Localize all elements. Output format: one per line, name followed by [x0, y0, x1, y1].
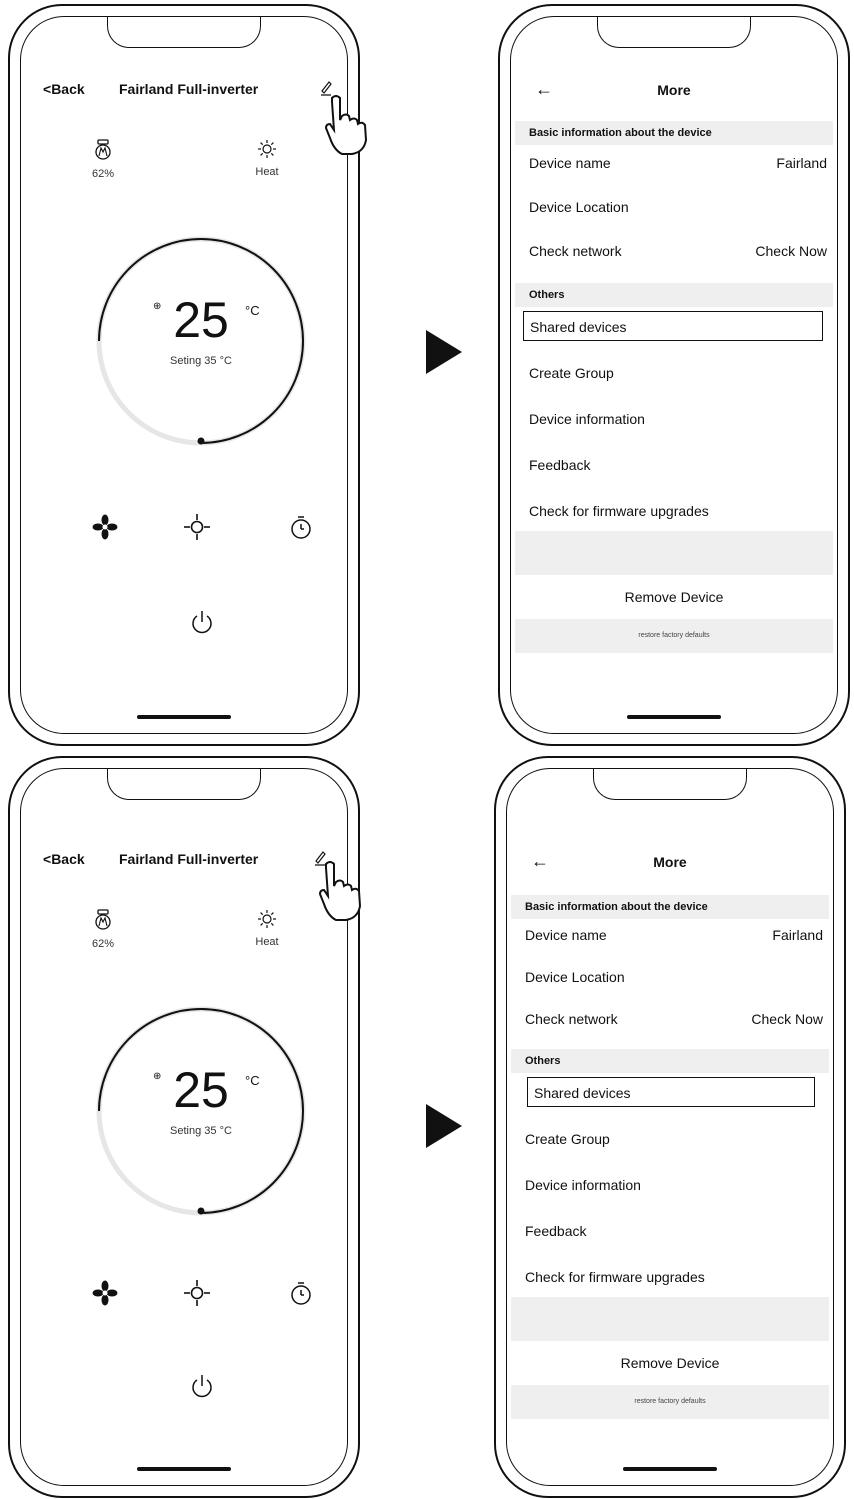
row-create-group[interactable]: Create Group	[529, 363, 827, 383]
pointing-hand-icon	[318, 861, 362, 921]
spacer-band	[511, 1297, 829, 1341]
temperature-unit: °C	[245, 1073, 260, 1088]
fan-speed-icon	[95, 909, 111, 930]
dial-handle[interactable]	[197, 1207, 205, 1215]
top-bar: <Back Fairland Full-inverter	[21, 79, 347, 103]
timer-icon[interactable]	[287, 1279, 315, 1307]
screen: <Back Fairland Full-inverter 62% Heat ⊕ …	[20, 768, 348, 1486]
more-header: ← More	[511, 79, 837, 105]
row-create-group[interactable]: Create Group	[525, 1129, 823, 1149]
fan-icon[interactable]	[91, 513, 119, 541]
row-check-network[interactable]: Check network Check Now	[529, 241, 827, 261]
phone-control-top: <Back Fairland Full-inverter 62% Heat ⊕ …	[8, 4, 368, 746]
phone-control-bottom: <Back Fairland Full-inverter 62% Heat ⊕ …	[8, 756, 362, 1498]
temperature-dial[interactable]: ⊕ 25 °C Seting 35 °C	[95, 235, 307, 447]
sun-icon	[258, 910, 276, 928]
row-firmware-upgrades[interactable]: Check for firmware upgrades	[525, 1267, 823, 1287]
row-check-network[interactable]: Check network Check Now	[525, 1009, 823, 1029]
row-firmware-upgrades[interactable]: Check for firmware upgrades	[529, 501, 827, 521]
row-device-name[interactable]: Device name Fairland	[529, 153, 827, 173]
setting-temperature: Seting 35 °C	[170, 1125, 232, 1137]
row-device-information[interactable]: Device information	[525, 1175, 823, 1195]
row-device-location[interactable]: Device Location	[529, 197, 827, 217]
mode-status: Heat	[247, 139, 287, 178]
device-title: Fairland Full-inverter	[119, 851, 259, 867]
mode-status: Heat	[247, 909, 287, 948]
section-basic: Basic information about the device	[511, 895, 829, 919]
power-icon[interactable]	[189, 1373, 215, 1399]
play-arrow-icon	[426, 330, 462, 374]
current-temperature: 25	[173, 1062, 229, 1118]
notch	[597, 17, 751, 48]
home-indicator	[137, 715, 231, 719]
row-shared-devices[interactable]: Shared devices	[523, 311, 823, 341]
setting-temperature: Seting 35 °C	[170, 355, 232, 367]
current-temperature: 25	[173, 292, 229, 348]
fan-speed-icon	[95, 139, 111, 160]
more-header: ← More	[507, 851, 833, 877]
notch	[107, 769, 261, 800]
pointing-hand-icon	[324, 95, 368, 155]
section-others: Others	[515, 283, 833, 307]
top-bar: <Back Fairland Full-inverter	[21, 849, 347, 873]
dial-handle[interactable]	[197, 437, 205, 445]
row-device-information[interactable]: Device information	[529, 409, 827, 429]
remove-device-button[interactable]: Remove Device	[515, 575, 833, 619]
home-indicator	[627, 715, 721, 719]
spacer-band	[515, 531, 833, 575]
temperature-unit: °C	[245, 303, 260, 318]
mode-value: Heat	[255, 936, 279, 948]
phone-more-top: ← More Basic information about the devic…	[498, 4, 850, 746]
screen: ← More Basic information about the devic…	[506, 768, 834, 1486]
page-title: More	[653, 854, 687, 870]
notch	[107, 17, 261, 48]
mode-value: Heat	[255, 166, 279, 178]
power-value: 62%	[91, 938, 115, 950]
section-basic: Basic information about the device	[515, 121, 833, 145]
row-feedback[interactable]: Feedback	[525, 1221, 823, 1241]
chevron-left-icon: <	[43, 851, 52, 867]
play-arrow-icon	[426, 1104, 462, 1148]
chevron-left-icon: <	[43, 81, 52, 97]
power-icon[interactable]	[189, 609, 215, 635]
restore-defaults-button[interactable]: restore factory defaults	[515, 619, 833, 653]
home-indicator	[137, 1467, 231, 1471]
temperature-dial[interactable]: ⊕ 25 °C Seting 35 °C	[95, 1005, 307, 1217]
remove-device-button[interactable]: Remove Device	[511, 1341, 829, 1385]
power-status: 62%	[83, 139, 123, 180]
heat-mode-icon[interactable]	[183, 513, 211, 541]
phone-more-bottom: ← More Basic information about the devic…	[494, 756, 846, 1498]
restore-defaults-button[interactable]: restore factory defaults	[511, 1385, 829, 1419]
heat-mode-icon[interactable]	[183, 1279, 211, 1307]
row-device-location[interactable]: Device Location	[525, 967, 823, 987]
section-others: Others	[511, 1049, 829, 1073]
power-value: 62%	[91, 168, 115, 180]
screen: <Back Fairland Full-inverter 62% Heat ⊕ …	[20, 16, 348, 734]
device-title: Fairland Full-inverter	[119, 81, 259, 97]
row-device-name[interactable]: Device name Fairland	[525, 925, 823, 945]
row-shared-devices[interactable]: Shared devices	[527, 1077, 815, 1107]
back-button[interactable]: <Back	[43, 81, 85, 97]
sun-icon	[258, 140, 276, 158]
fan-icon[interactable]	[91, 1279, 119, 1307]
page-title: More	[657, 82, 691, 98]
back-button[interactable]: <Back	[43, 851, 85, 867]
notch	[593, 769, 747, 800]
screen: ← More Basic information about the devic…	[510, 16, 838, 734]
timer-icon[interactable]	[287, 513, 315, 541]
home-indicator	[623, 1467, 717, 1471]
row-feedback[interactable]: Feedback	[529, 455, 827, 475]
power-status: 62%	[83, 909, 123, 950]
